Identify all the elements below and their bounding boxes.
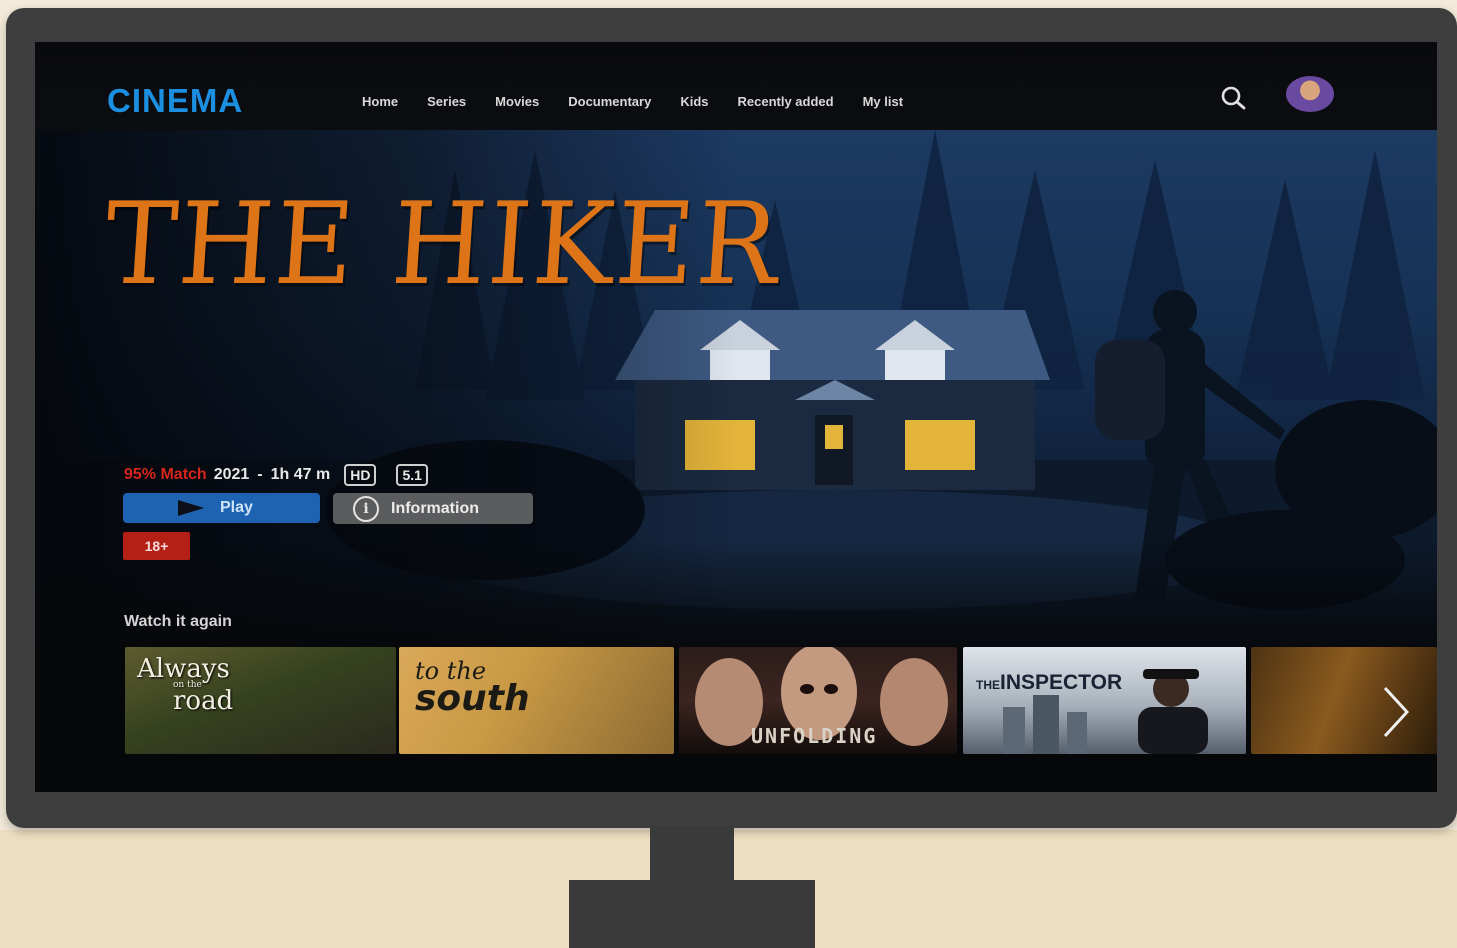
nav-item-kids[interactable]: Kids [680,94,708,109]
nav-item-movies[interactable]: Movies [495,94,539,109]
info-icon: i [353,495,379,522]
nav-item-documentary[interactable]: Documentary [568,94,651,109]
age-rating-badge: 18+ [123,532,190,560]
information-button[interactable]: i Information [333,493,533,524]
brand-logo[interactable]: CINEMA [107,82,243,120]
play-button-label: Play [220,499,253,516]
thumbnail-art [1003,669,1208,754]
hero-title: THE HIKER [100,178,785,311]
audio-badge: 5.1 [396,464,428,486]
top-navigation-bar: CINEMA Home Series Movies Documentary Ki… [35,42,1437,130]
search-icon[interactable] [1219,84,1247,112]
hd-badge: HD [344,464,377,486]
monitor-stand-base [569,880,815,948]
nav-item-recently-added[interactable]: Recently added [738,94,834,109]
nav-item-series[interactable]: Series [427,94,466,109]
information-button-label: Information [391,499,479,517]
play-button[interactable]: Play [123,493,320,523]
release-year: 2021 [213,466,250,483]
thumbnail-title: UNFOLDING [751,724,878,748]
thumbnail-unfolding[interactable]: UNFOLDING [679,647,957,754]
thumbnail-title: THEINSPECTOR [976,671,1123,694]
play-icon [178,500,204,516]
thumbnail-title: Always on the road [137,654,234,716]
meta-separator: - [257,466,263,483]
thumbnail-always-on-the-road[interactable]: Always on the road [125,647,396,754]
monitor-stand-neck [650,826,734,884]
screen: CINEMA Home Series Movies Documentary Ki… [35,42,1437,792]
nav-item-home[interactable]: Home [362,94,398,109]
duration: 1h 47 m [270,466,331,483]
main-nav: Home Series Movies Documentary Kids Rece… [362,94,932,109]
thumbnail-the-inspector[interactable]: THEINSPECTOR [963,647,1246,754]
hero-metadata: 95% Match 2021 - 1h 47 m HD 5.1 [124,464,448,486]
row-title: Watch it again [124,613,232,630]
chevron-right-icon[interactable] [1375,682,1415,742]
hero-gradient-bottom [35,540,1437,660]
user-avatar[interactable] [1286,76,1334,112]
nav-item-my-list[interactable]: My list [863,94,903,109]
match-score: 95% Match [124,466,207,483]
thumbnail-title: to the south [415,657,530,719]
thumbnail-to-the-south[interactable]: to the south [399,647,674,754]
